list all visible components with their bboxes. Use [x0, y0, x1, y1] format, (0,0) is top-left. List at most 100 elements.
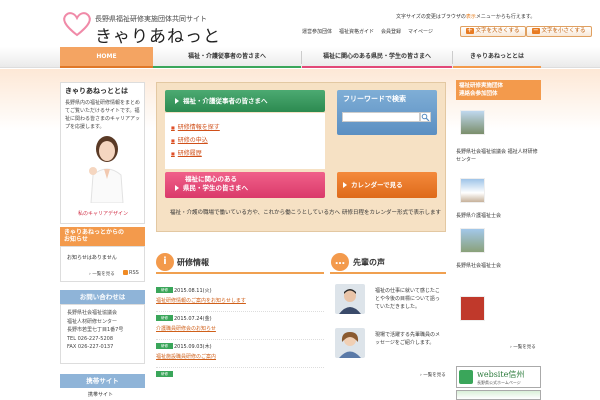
calendar-button-label: カレンダーで見る [351, 181, 403, 189]
contact-tel: TEL 026-227-5208 [67, 335, 114, 342]
notice-header: きゃりあねっとからの お知らせ [60, 227, 145, 246]
org-building-photo [460, 228, 485, 253]
search-title: フリーワードで検索 [343, 95, 406, 103]
worker-link[interactable]: 研修情報を探す [171, 121, 319, 134]
org-building-photo [460, 110, 485, 135]
org-building-photo [460, 178, 485, 203]
contact-fax: FAX 026-227-0137 [67, 344, 114, 350]
training-date: 2015.07.24(金) [174, 316, 212, 322]
member-orgs-header-line1: 福祉研修実施団体 [459, 83, 504, 89]
public-button-line1: 福祉に関心のある [185, 175, 237, 183]
font-bigger-button[interactable]: ＋文字を大きくする [460, 26, 526, 37]
search-icon [421, 113, 430, 122]
training-link[interactable]: 福祉研修情報のご案内をお知らせします [156, 297, 246, 304]
main-nav: HOME 福祉・介護従事者の皆さまへ 福祉に関心のある県民・学生の皆さまへ きゃ… [0, 47, 600, 68]
training-date: 2015.08.11(火) [174, 288, 212, 294]
contact-line: 長野県社会福祉協議会 [67, 310, 118, 316]
shinshu-logo-icon [459, 370, 473, 384]
notice-more-link[interactable]: › 一覧を見る [89, 271, 115, 277]
rss-label: RSS [129, 270, 139, 276]
voices-title: 先輩の声 [330, 252, 446, 274]
notice-body: お知らせはありません › 一覧を見る RSS [60, 246, 145, 282]
member-orgs-header-line2: 連絡会参加団体 [459, 91, 498, 97]
banner-title: website信州 [477, 370, 525, 379]
notice-header-line2: お知らせ [64, 236, 88, 243]
search-input[interactable] [342, 112, 420, 122]
font-smaller-button[interactable]: －文字を小さくする [526, 26, 592, 37]
training-item: 研修 [156, 368, 324, 396]
worker-link[interactable]: 研修の申込 [171, 134, 319, 147]
woman-photo [89, 136, 124, 203]
org-logo [460, 296, 485, 321]
org-item[interactable]: 長野県社会福祉協議会 福祉人材研修センター [456, 148, 541, 164]
notice-pre: 文字サイズの変更はブラウザの [396, 14, 466, 20]
font-size-notice: 文字サイズの変更はブラウザの表示メニューからも行えます。 [396, 13, 535, 20]
nav-about[interactable]: きゃりあねっととは [453, 47, 541, 68]
website-shinshu-banner[interactable]: website信州 長野県公式ホームページ [456, 366, 541, 388]
worker-button-label: 福祉・介護従事者の皆さまへ [183, 97, 268, 105]
avatar [335, 284, 365, 314]
contact-line: 福祉人材研修センター [67, 318, 118, 325]
voices-more-label: 一覧を見る [423, 373, 446, 378]
training-item: 研修 2015.07.24(金) 介護職員研修会のお知らせ [156, 312, 324, 340]
contact-body: 長野県社会福祉協議会 福祉人材研修センター 長野市若里七丁目1番7号 TEL 0… [60, 304, 145, 364]
banner-subtitle: 長野県公式ホームページ [477, 380, 521, 385]
heart-logo-icon [63, 12, 91, 37]
org-item[interactable]: 長野県社会福祉士会 [456, 262, 541, 270]
notice-text: お知らせはありません [67, 255, 117, 261]
minus-icon: － [532, 28, 540, 34]
header-links: 運営参加団体 福祉資格ガイド 会員登録 マイページ [302, 28, 433, 35]
about-box: きゃりあねっととは 長野県内の福祉研修情報をまとめてご覧いただけるサイトです。福… [60, 82, 145, 224]
public-button[interactable]: 福祉に関心のある 県民・学生の皆さまへ [165, 172, 325, 198]
about-text: 長野県内の福祉研修情報をまとめてご覧いただけるサイトです。福祉に関わる皆さまのキ… [65, 100, 141, 130]
search-box: フリーワードで検索 [337, 90, 437, 135]
worker-description: 福祉・介護の職場で働いている方や、これから働こうとしている方へ [170, 210, 341, 216]
nav-home[interactable]: HOME [60, 47, 153, 68]
font-bigger-label: 文字を大きくする [475, 28, 520, 34]
contact-line: 長野市若里七丁目1番7号 [67, 327, 124, 333]
link-member-orgs[interactable]: 運営参加団体 [302, 28, 332, 35]
training-badge: 研修 [156, 315, 173, 321]
calendar-button[interactable]: カレンダーで見る [337, 172, 437, 198]
site-title[interactable]: きゃりあねっと [95, 22, 221, 47]
notice-header-line1: きゃりあねっとからの [64, 229, 125, 236]
nav-public[interactable]: 福祉に関心のある県民・学生の皆さまへ [302, 47, 452, 68]
orgs-more-label: 一覧を見る [513, 345, 536, 350]
voice-item[interactable]: 現場で活躍する先輩職員のメッセージをご紹介します。 [330, 326, 446, 366]
avatar [335, 328, 365, 358]
voices-more-link[interactable]: › 一覧を見る [420, 372, 446, 378]
plus-icon: ＋ [466, 28, 474, 34]
contact-header: お問い合わせは [60, 290, 145, 304]
worker-link-list: 研修情報を探す 研修の申込 研修履歴 [165, 113, 325, 169]
worker-button[interactable]: 福祉・介護従事者の皆さまへ [165, 90, 325, 112]
rss-link[interactable]: RSS [123, 270, 139, 276]
voice-item[interactable]: 福祉の仕事に就いて感じたことや今後の目標について語っていただきました。 [330, 282, 446, 322]
org-item[interactable]: 長野県介護福祉士会 [456, 212, 541, 220]
training-badge: 研修 [156, 343, 173, 349]
mobile-text: 携帯サイト [88, 392, 114, 398]
mobile-header: 携帯サイト [60, 374, 145, 388]
link-register[interactable]: 会員登録 [381, 28, 401, 35]
career-design-label[interactable]: 私のキャリアデザイン [63, 210, 143, 219]
member-orgs-header: 福祉研修実施団体 連絡会参加団体 [456, 80, 541, 100]
training-item: 研修 2015.09.03(木) 福祉施設職員研修のご案内 [156, 340, 324, 368]
search-button[interactable] [420, 112, 431, 122]
training-link[interactable]: 福祉施設職員研修のご案内 [156, 353, 216, 360]
public-button-line2: 県民・学生の皆さまへ [175, 184, 315, 193]
training-link[interactable]: 介護職員研修会のお知らせ [156, 325, 216, 332]
training-badge: 研修 [156, 287, 173, 293]
link-mypage[interactable]: マイページ [408, 28, 433, 35]
arrow-right-icon [343, 182, 347, 188]
arrow-right-icon [175, 185, 179, 191]
nav-workers[interactable]: 福祉・介護従事者の皆さまへ [153, 47, 301, 68]
link-qualification-guide[interactable]: 福祉資格ガイド [339, 28, 374, 35]
training-item: 研修 2015.08.11(火) 福祉研修情報のご案内をお知らせします [156, 284, 324, 312]
voice-text: 福祉の仕事に就いて感じたことや今後の目標について語っていただきました。 [375, 288, 440, 310]
training-badge: 研修 [156, 371, 173, 377]
notice-more-label: 一覧を見る [92, 272, 115, 277]
orgs-more-link[interactable]: › 一覧を見る [510, 344, 595, 352]
calendar-description: 研修日程をカレンダー形式で表示します [342, 210, 442, 216]
banner-2[interactable] [456, 390, 541, 400]
notice-highlight: 表示 [465, 14, 476, 20]
worker-link[interactable]: 研修履歴 [171, 147, 319, 160]
